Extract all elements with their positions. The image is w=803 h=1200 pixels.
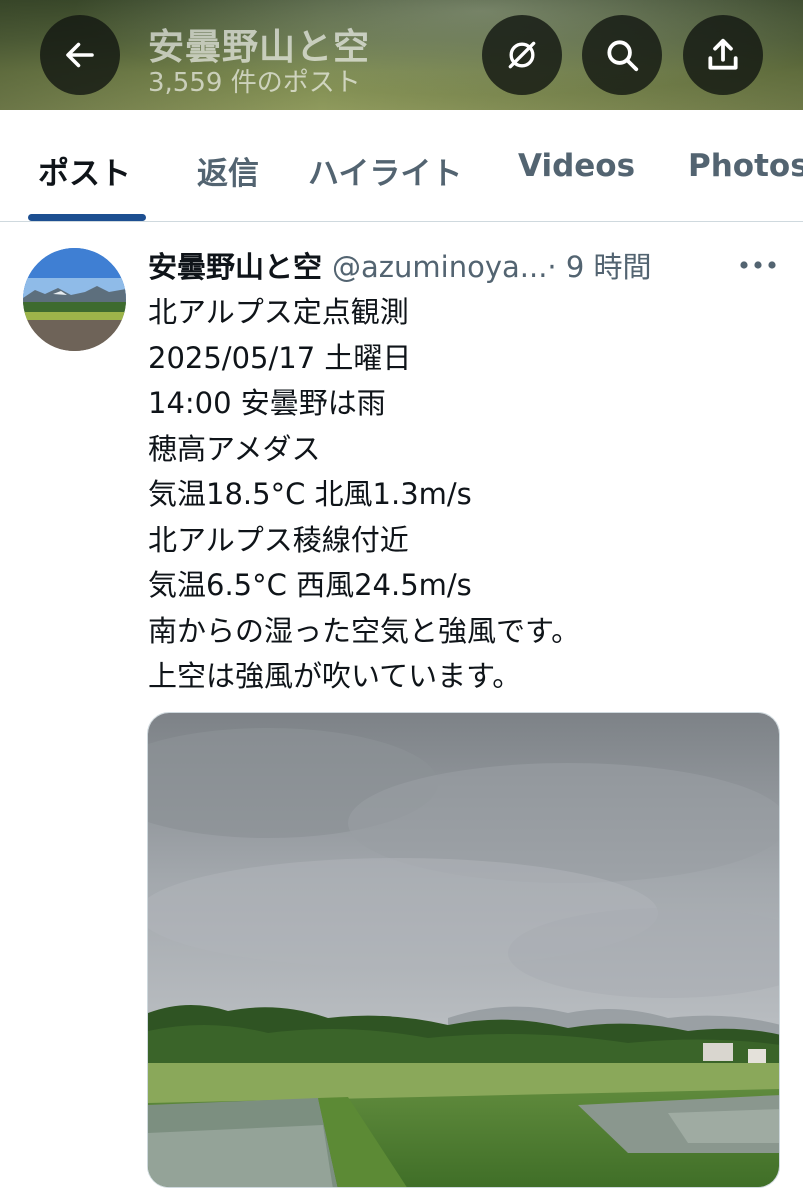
more-options-icon[interactable] <box>738 250 778 280</box>
post-line: 北アルプス稜線付近 <box>148 522 409 557</box>
post-text: 北アルプス定点観測 2025/05/17 土曜日 14:00 安曇野は雨 穂高ア… <box>148 290 788 700</box>
post-author-row: 安曇野山と空 @azuminoya...· 9 時間 <box>148 244 652 284</box>
post-count: 3,559 件のポスト <box>148 68 361 98</box>
post-line: 上空は強風が吹いています。 <box>148 659 522 693</box>
post-line: 14:00 安曇野は雨 <box>148 386 386 420</box>
post-line: 気温6.5°C 西風24.5m/s <box>148 568 472 602</box>
arrow-left-icon <box>66 42 94 68</box>
post-photo[interactable] <box>147 712 780 1188</box>
tab-replies[interactable]: 返信 <box>197 148 259 193</box>
rainy-landscape-photo <box>148 713 779 1187</box>
post-line: 2025/05/17 土曜日 <box>148 340 412 375</box>
hide-button[interactable] <box>482 15 562 95</box>
avatar[interactable] <box>23 248 126 351</box>
author-name[interactable]: 安曇野山と空 <box>148 250 322 284</box>
share-icon <box>708 38 738 70</box>
search-button[interactable] <box>582 15 662 95</box>
author-handle[interactable]: @azuminoya... <box>332 250 547 284</box>
share-button[interactable] <box>683 15 763 95</box>
tab-photos[interactable]: Photos <box>688 148 803 184</box>
tab-posts[interactable]: ポスト <box>38 148 131 193</box>
eye-slash-icon <box>508 41 536 69</box>
post-line: 南からの湿った空気と強風です。 <box>148 613 581 648</box>
tab-videos[interactable]: Videos <box>518 148 635 184</box>
search-icon <box>607 40 639 72</box>
profile-header: 安曇野山と空 3,559 件のポスト <box>0 0 803 110</box>
post-line: 穂高アメダス <box>148 431 321 466</box>
tab-highlights[interactable]: ハイライト <box>308 148 462 193</box>
back-button[interactable] <box>40 15 120 95</box>
profile-tabs: ポスト 返信 ハイライト Videos Photos <box>0 110 803 222</box>
active-tab-indicator <box>28 214 146 221</box>
avatar-landscape-image <box>23 248 126 351</box>
post-timestamp[interactable]: · 9 時間 <box>547 250 651 284</box>
post-line: 北アルプス定点観測 <box>148 295 409 329</box>
post-line: 気温18.5°C 北風1.3m/s <box>148 477 472 511</box>
